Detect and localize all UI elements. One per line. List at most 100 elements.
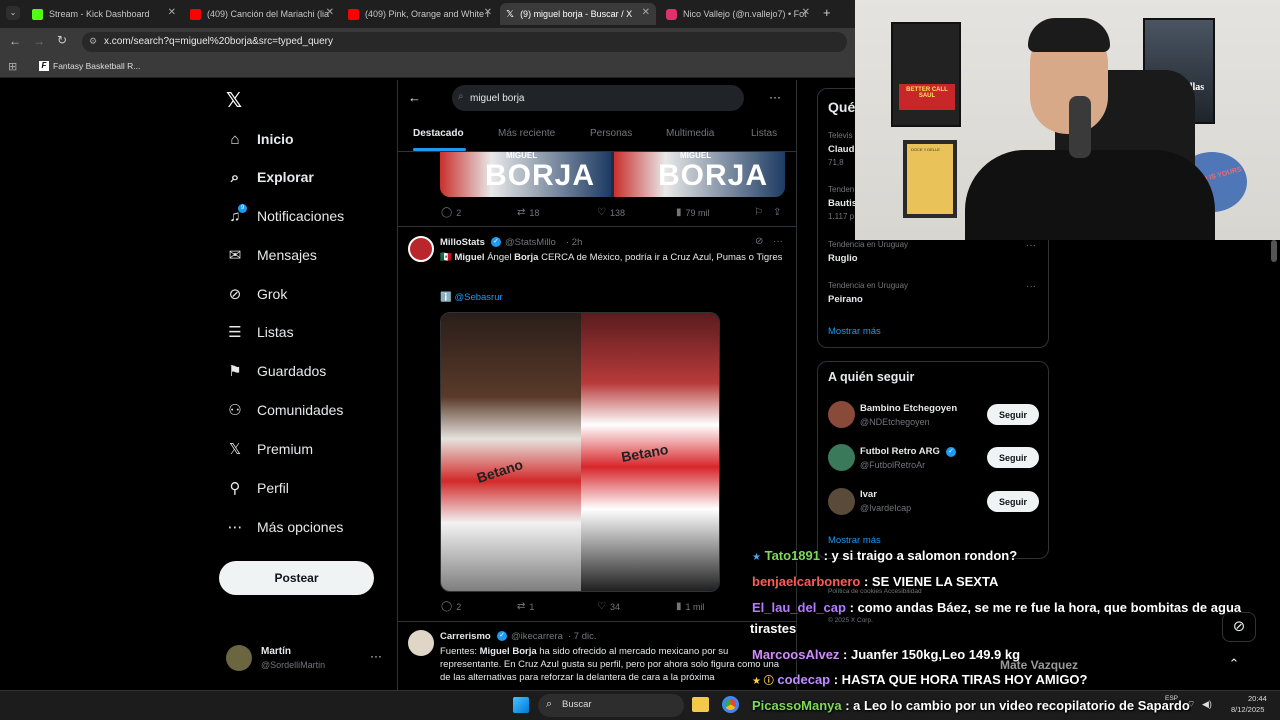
grok-icon: ⊘ <box>228 286 242 303</box>
trend-name[interactable]: Bautis <box>828 198 857 209</box>
like-count[interactable]: ♡ 34 <box>597 601 620 612</box>
url-bar[interactable]: ⚙ x.com/search?q=miguel%20borja&src=type… <box>82 32 847 52</box>
more-icon[interactable]: ··· <box>773 236 783 247</box>
stat-value: 2 <box>456 207 462 218</box>
like-count[interactable]: ♡ 138 <box>597 207 625 218</box>
nav-listas[interactable]: ☰ Listas <box>226 320 293 344</box>
tweet-author-handle[interactable]: @StatsMillo <box>505 237 556 248</box>
close-icon[interactable]: ✕ <box>484 7 492 18</box>
nav-premium[interactable]: 𝕏 Premium <box>226 437 313 461</box>
nav-label: Perfil <box>257 480 289 496</box>
close-icon[interactable]: ✕ <box>642 7 650 18</box>
nav-inicio[interactable]: ⌂ Inicio <box>226 127 293 151</box>
avatar[interactable] <box>828 488 855 515</box>
new-tab-button[interactable]: + <box>823 5 831 20</box>
page-scrollbar[interactable] <box>1271 240 1277 262</box>
chrome-icon[interactable] <box>722 696 739 713</box>
more-icon[interactable]: ··· <box>769 90 781 104</box>
tab-youtube-1[interactable]: (409) Canción del Mariachi (lia ✕ <box>184 3 340 25</box>
tab-destacado[interactable]: Destacado <box>413 128 464 139</box>
nav-notificaciones[interactable]: ♫ 9 Notificaciones <box>226 204 344 228</box>
trend-name[interactable]: Peirano <box>828 294 863 305</box>
more-icon[interactable]: ··· <box>1026 281 1036 292</box>
view-count[interactable]: ▮ 1 mil <box>676 601 705 612</box>
follow-button[interactable]: Seguir <box>987 447 1039 468</box>
reload-icon[interactable]: ↻ <box>57 33 67 47</box>
grok-floating-button[interactable]: ⊘ <box>1222 612 1256 642</box>
trend-name[interactable]: Claud <box>828 144 854 155</box>
tab-x-search[interactable]: 𝕏 (9) miguel borja - Buscar / X ✕ <box>500 3 656 25</box>
close-icon[interactable]: ✕ <box>168 7 176 18</box>
nav-mensajes[interactable]: ✉ Mensajes <box>226 243 317 267</box>
tab-search-icon[interactable]: ⌄ <box>6 6 20 20</box>
tweet-media[interactable]: MIGUEL BORJA MIGUEL BORJA <box>440 152 785 197</box>
x-logo-icon[interactable]: 𝕏 <box>226 88 242 113</box>
follow-name[interactable]: Futbol Retro ARG <box>860 446 940 457</box>
tweet-time[interactable]: · 7 dic. <box>568 631 597 642</box>
chat-text: : SE VIENE LA SEXTA <box>860 574 999 589</box>
post-button[interactable]: Postear <box>219 561 374 595</box>
avatar[interactable] <box>408 236 434 262</box>
follow-button[interactable]: Seguir <box>987 491 1039 512</box>
search-icon: ⌕ <box>458 91 464 102</box>
nav-perfil[interactable]: ⚲ Perfil <box>226 476 289 500</box>
grok-icon[interactable]: ⊘ <box>755 236 763 247</box>
close-icon[interactable]: ✕ <box>802 7 810 18</box>
nav-comunidades[interactable]: ⚇ Comunidades <box>226 398 343 422</box>
search-input[interactable]: ⌕ miguel borja <box>452 85 744 111</box>
follow-name[interactable]: Ivar <box>860 489 877 500</box>
view-count[interactable]: ▮ 79 mil <box>676 207 710 218</box>
follow-name[interactable]: Bambino Etchegoyen <box>860 403 957 414</box>
back-arrow-icon[interactable]: ← <box>9 34 21 48</box>
close-icon[interactable]: ✕ <box>326 7 334 18</box>
tweet-author-name[interactable]: Carrerismo <box>440 631 491 642</box>
trend-count: 1.117 p <box>828 212 855 221</box>
chevron-up-icon[interactable]: ⌃ <box>1222 656 1246 680</box>
tweet-author-name[interactable]: MilloStats <box>440 237 485 248</box>
windows-start-icon[interactable] <box>513 697 529 713</box>
volume-icon[interactable]: ◀) <box>1202 699 1212 710</box>
account-more-icon[interactable]: ··· <box>370 649 382 663</box>
show-more-follow[interactable]: Mostrar más <box>828 535 881 546</box>
tweet-mention[interactable]: ℹ️ @Sebasrur <box>440 291 503 304</box>
nav-explorar[interactable]: ⌕ Explorar <box>226 165 314 189</box>
avatar[interactable] <box>828 401 855 428</box>
share-button[interactable]: ⇪ <box>773 207 785 218</box>
forward-arrow-icon[interactable]: → <box>33 34 45 48</box>
footer-links[interactable]: Política de cookies Accesibilidad <box>828 588 922 595</box>
account-avatar[interactable] <box>226 645 252 671</box>
tab-kick[interactable]: Stream - Kick Dashboard ✕ <box>26 3 182 25</box>
avatar[interactable] <box>408 630 434 656</box>
reply-count[interactable]: ◯ 2 <box>441 207 461 218</box>
bookmark-fantasy[interactable]: Fantasy Basketball R... <box>53 61 140 71</box>
more-icon[interactable]: ··· <box>1026 240 1036 251</box>
tab-listas[interactable]: Listas <box>751 128 777 139</box>
retweet-count[interactable]: ⇄ 1 <box>517 601 534 612</box>
microphone <box>1069 96 1091 158</box>
apps-grid-icon[interactable]: ⊞ <box>8 60 17 73</box>
tab-instagram[interactable]: Nico Vallejo (@n.vallejo7) • Fot ✕ <box>660 3 816 25</box>
nav-grok[interactable]: ⊘ Grok <box>226 282 288 306</box>
avatar[interactable] <box>828 444 855 471</box>
tab-multimedia[interactable]: Multimedia <box>666 128 714 139</box>
tweet-author-handle[interactable]: @ikecarrera <box>511 631 563 642</box>
taskbar-search[interactable]: ⌕ Buscar <box>538 694 684 717</box>
site-info-icon[interactable]: ⚙ <box>89 36 97 47</box>
clock-time[interactable]: 20:44 <box>1248 694 1267 703</box>
tweet-time[interactable]: · 2h <box>566 237 582 248</box>
file-explorer-icon[interactable] <box>692 697 709 712</box>
tab-youtube-2[interactable]: (409) Pink, Orange and White I ✕ <box>342 3 498 25</box>
nav-mas-opciones[interactable]: ⋯ Más opciones <box>226 515 344 539</box>
clock-date[interactable]: 8/12/2025 <box>1231 705 1264 714</box>
tab-mas-reciente[interactable]: Más reciente <box>498 128 555 139</box>
tab-personas[interactable]: Personas <box>590 128 632 139</box>
tweet-media[interactable]: Betano Betano <box>440 312 720 592</box>
bookmark-button[interactable]: ⚐ <box>754 207 767 218</box>
trend-name[interactable]: Ruglio <box>828 253 858 264</box>
back-arrow-icon[interactable]: ← <box>408 90 421 105</box>
show-more-trends[interactable]: Mostrar más <box>828 326 881 337</box>
reply-count[interactable]: ◯ 2 <box>441 601 461 612</box>
retweet-count[interactable]: ⇄ 18 <box>517 207 539 218</box>
nav-guardados[interactable]: ⚑ Guardados <box>226 359 326 383</box>
follow-button[interactable]: Seguir <box>987 404 1039 425</box>
